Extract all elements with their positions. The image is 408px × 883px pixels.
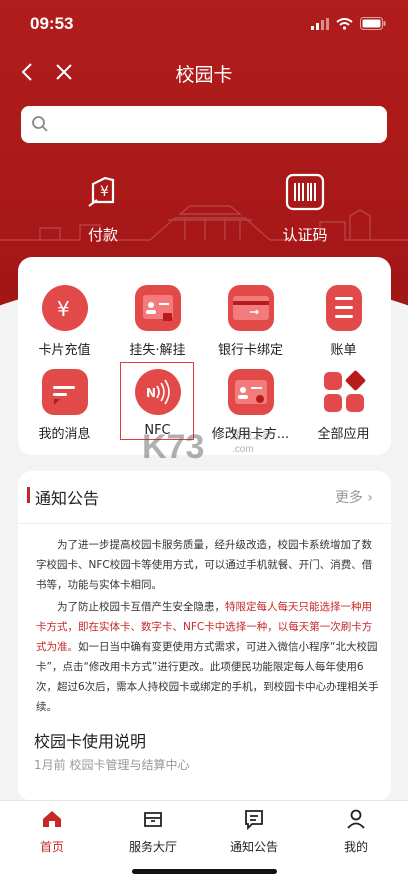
home-icon: [43, 811, 61, 827]
notice-paragraph-2-intro: 为了防止校园卡互借产生安全隐患，: [57, 601, 225, 613]
barcode-icon: [285, 173, 325, 211]
svg-text:¥: ¥: [100, 184, 109, 200]
notice-paragraph-2: 为了防止校园卡互借产生安全隐患，特限定每人每天只能选择一种用卡方式，即在实体卡、…: [36, 597, 380, 717]
service-grid-card: ¥ 卡片充值 挂失·解挂 银行卡绑定 账单 我的消息 N NFC 修改用卡方..…: [18, 257, 391, 455]
payment-icon: ¥: [88, 176, 115, 207]
status-time: 09:53: [30, 14, 74, 33]
all-apps-label: 全部应用: [317, 427, 370, 442]
chevron-right-icon: ›: [367, 490, 373, 506]
divider: [18, 523, 391, 524]
message-icon: [41, 369, 88, 415]
tab-home-label: 首页: [39, 840, 64, 854]
notice-paragraph-2-detail: 如一日当中确有变更使用方式需求，可进入微信小程序“北大校园卡”，点击“修改用卡方…: [36, 641, 379, 713]
bank-card-bind-label: 银行卡绑定: [217, 343, 283, 358]
watermark-text: K73: [142, 428, 205, 466]
more-label: 更多: [334, 490, 363, 506]
bill-button[interactable]: 账单: [297, 285, 390, 358]
my-messages-button[interactable]: 我的消息: [18, 369, 111, 442]
id-card-settings-icon: [227, 369, 274, 415]
my-messages-label: 我的消息: [38, 427, 91, 442]
profile-icon: [347, 809, 365, 829]
tab-profile[interactable]: 我的: [316, 807, 396, 855]
svg-text:¥: ¥: [57, 297, 70, 321]
pay-button[interactable]: ¥ 付款: [43, 172, 163, 245]
all-apps-icon: [321, 369, 367, 415]
recharge-button[interactable]: ¥ 卡片充值: [18, 285, 111, 358]
wifi-icon: [336, 17, 353, 30]
notice-title: 通知公告: [26, 485, 99, 509]
yen-coin-icon: ¥: [41, 285, 88, 331]
tab-service-hall-label: 服务大厅: [128, 840, 177, 854]
tab-home[interactable]: 首页: [12, 807, 92, 855]
tab-notice-label: 通知公告: [229, 840, 278, 854]
search-input[interactable]: [21, 106, 387, 143]
all-apps-button[interactable]: 全部应用: [297, 369, 390, 442]
tab-service-hall[interactable]: 服务大厅: [113, 807, 193, 855]
service-hall-icon: [144, 812, 162, 827]
watermark-logo: K73 游戏之家 .com: [142, 428, 276, 468]
tab-profile-label: 我的: [343, 840, 368, 854]
more-link[interactable]: 更多 ›: [335, 487, 373, 507]
bank-card-bind-button[interactable]: 银行卡绑定: [204, 285, 297, 358]
auth-code-label: 认证码: [282, 226, 328, 244]
bill-label: 账单: [330, 343, 357, 358]
notice-icon: [245, 810, 263, 831]
status-icons: [311, 17, 386, 30]
article-title[interactable]: 校园卡使用说明: [34, 728, 146, 752]
search-icon: [32, 116, 48, 132]
auth-code-button[interactable]: 认证码: [245, 172, 365, 245]
home-indicator: [132, 869, 277, 874]
article-meta: 1月前 校园卡管理与结算中心: [34, 758, 190, 772]
id-card-lock-icon: [134, 285, 181, 331]
signal-icon: [311, 17, 329, 30]
status-bar: 09:53: [0, 0, 408, 48]
bill-list-icon: [325, 285, 362, 331]
notice-paragraph-1: 为了进一步提高校园卡服务质量，经升级改造，校园卡系统增加了数字校园卡、NFC校园…: [36, 539, 373, 591]
watermark-subtext: 游戏之家 .com: [232, 431, 272, 455]
page-title: 校园卡: [175, 64, 233, 86]
recharge-label: 卡片充值: [38, 343, 91, 358]
nav-bar: 校园卡: [0, 50, 408, 94]
report-loss-button[interactable]: 挂失·解挂: [111, 285, 204, 358]
pay-label: 付款: [87, 226, 118, 244]
report-loss-label: 挂失·解挂: [129, 343, 186, 358]
battery-icon: [360, 17, 386, 30]
tab-notice[interactable]: 通知公告: [214, 807, 294, 855]
bank-card-icon: [227, 285, 274, 331]
